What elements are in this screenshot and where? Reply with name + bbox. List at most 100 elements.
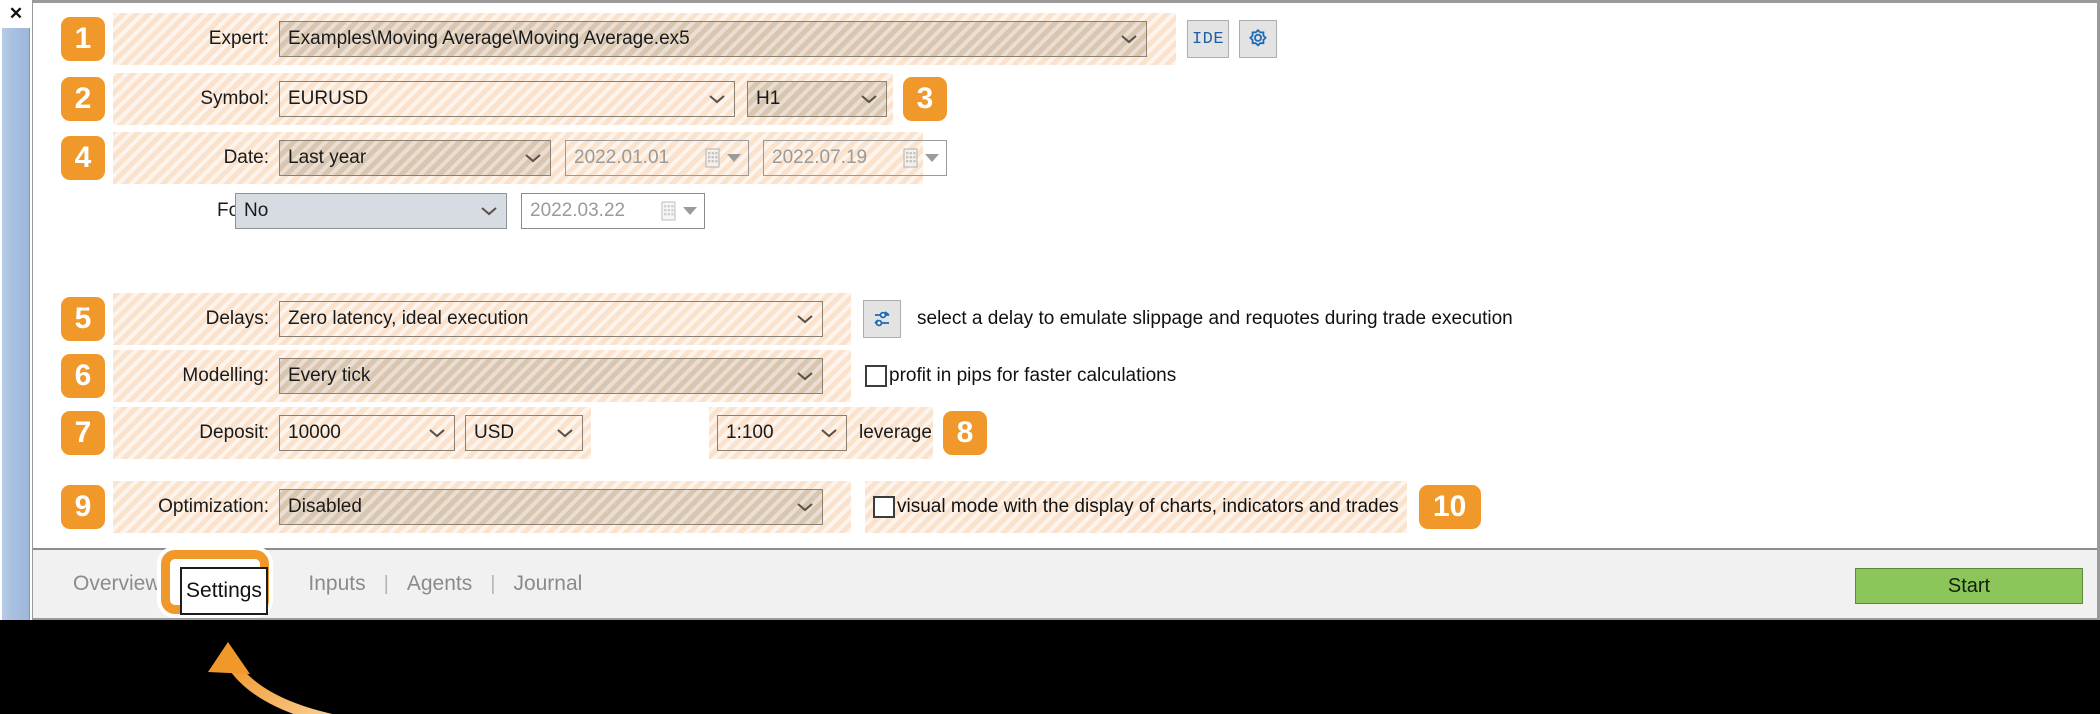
strategy-tester-panel: 1 Expert: Examples\Moving Average\Moving… [32, 0, 2100, 620]
optimization-label: Optimization: [158, 496, 269, 517]
calendar-picker-forward[interactable] [661, 201, 700, 222]
step-badge-8: 8 [943, 411, 987, 455]
ide-button[interactable]: IDE [1187, 20, 1229, 58]
delays-value: Zero latency, ideal execution [288, 308, 529, 329]
step-badge-7: 7 [61, 411, 105, 455]
deposit-amount-value: 10000 [288, 422, 341, 443]
step-badge-5: 5 [61, 297, 105, 341]
settings-tab-highlight-label[interactable]: Settings [180, 567, 268, 615]
forward-select[interactable]: No [235, 193, 507, 229]
expert-row: 1 Expert: Examples\Moving Average\Moving… [61, 13, 1277, 65]
close-icon[interactable]: ✕ [0, 0, 32, 28]
delays-select[interactable]: Zero latency, ideal execution [279, 301, 823, 337]
step-badge-4: 4 [61, 136, 105, 180]
date-to-input[interactable]: 2022.07.19 [763, 140, 947, 176]
leverage-value: 1:100 [726, 422, 774, 443]
symbol-value: EURUSD [288, 88, 369, 109]
calendar-icon [705, 148, 720, 167]
forward-date-value: 2022.03.22 [530, 200, 626, 221]
chevron-down-icon [552, 416, 578, 450]
delays-highlight: Delays: Zero latency, ideal execution [113, 293, 851, 345]
date-highlight: Date: Last year 2022.01.01 2022.07.19 [113, 132, 947, 184]
symbol-row: 2 Symbol: EURUSD H1 3 [61, 73, 947, 125]
date-row: 4 Date: Last year 2022.01.01 2022.07.19 [61, 132, 947, 184]
tab-journal[interactable]: Journal [495, 572, 600, 596]
deposit-currency-select[interactable]: USD [465, 415, 583, 451]
tab-overview[interactable]: Overview [55, 572, 179, 596]
modelling-label: Modelling: [182, 365, 269, 386]
step-badge-1: 1 [61, 17, 105, 61]
chevron-down-icon [856, 82, 882, 116]
modelling-row: 6 Modelling: Every tick profit in pips f… [61, 350, 1176, 402]
expert-highlight: Expert: Examples\Moving Average\Moving A… [113, 13, 1176, 65]
start-button[interactable]: Start [1855, 568, 2083, 604]
settings-form: 1 Expert: Examples\Moving Average\Moving… [33, 3, 2097, 551]
expert-label: Expert: [208, 28, 269, 49]
modelling-value: Every tick [288, 365, 371, 386]
sidebar-inner: Strategy Tester [2, 28, 29, 620]
modelling-select[interactable]: Every tick [279, 358, 823, 394]
optimization-value: Disabled [288, 496, 362, 517]
symbol-select[interactable]: EURUSD [279, 81, 735, 117]
step-badge-10: 10 [1418, 485, 1481, 529]
chevron-down-icon [792, 302, 818, 336]
calendar-dropdown-arrow-icon [683, 207, 697, 215]
visual-mode-label: visual mode with the display of charts, … [897, 496, 1399, 517]
chevron-down-icon [792, 490, 818, 524]
deposit-highlight: Deposit: 10000 USD [113, 407, 591, 459]
symbol-highlight: Symbol: EURUSD H1 [113, 73, 893, 125]
chevron-down-icon [1116, 22, 1142, 56]
chevron-down-icon [424, 416, 450, 450]
profit-in-pips-group[interactable]: profit in pips for faster calculations [865, 365, 1176, 387]
date-from-input[interactable]: 2022.01.01 [565, 140, 749, 176]
optimization-select[interactable]: Disabled [279, 489, 823, 525]
calendar-picker-to[interactable] [903, 148, 942, 169]
calendar-dropdown-arrow-icon [925, 154, 939, 162]
profit-in-pips-checkbox[interactable] [865, 365, 887, 387]
deposit-row: 7 Deposit: 10000 USD 1:100 leverage 8 [61, 407, 987, 459]
date-to-value: 2022.07.19 [772, 147, 868, 168]
visual-mode-checkbox[interactable] [873, 496, 895, 518]
modelling-highlight: Modelling: Every tick [113, 350, 851, 402]
expert-settings-button[interactable] [1239, 20, 1277, 58]
deposit-amount-select[interactable]: 10000 [279, 415, 455, 451]
timeframe-value: H1 [756, 88, 781, 109]
chevron-down-icon [792, 359, 818, 393]
leverage-highlight: 1:100 leverage [709, 407, 933, 459]
tab-inputs[interactable]: Inputs [290, 572, 383, 596]
forward-date-input[interactable]: 2022.03.22 [521, 193, 705, 229]
timeframe-select[interactable]: H1 [747, 81, 887, 117]
left-strip: ✕ Strategy Tester [0, 0, 32, 620]
annotation-arrow-icon [208, 642, 333, 714]
date-from-value: 2022.01.01 [574, 147, 670, 168]
tab-agents[interactable]: Agents [389, 572, 490, 596]
symbol-label: Symbol: [200, 88, 269, 109]
delays-label: Delays: [205, 308, 269, 329]
calendar-picker-from[interactable] [705, 148, 744, 169]
settings-tab-highlight-ring: Settings [161, 550, 269, 615]
profit-in-pips-label: profit in pips for faster calculations [889, 365, 1177, 386]
expert-select[interactable]: Examples\Moving Average\Moving Average.e… [279, 21, 1147, 57]
strategy-tester-sidebar[interactable]: Strategy Tester [2, 28, 30, 620]
step-badge-9: 9 [61, 485, 105, 529]
visual-mode-highlight: visual mode with the display of charts, … [865, 481, 1407, 533]
forward-label: Forward: [69, 200, 292, 222]
step-badge-2: 2 [61, 77, 105, 121]
deposit-currency-value: USD [474, 422, 515, 443]
leverage-select[interactable]: 1:100 [717, 415, 847, 451]
expert-value: Examples\Moving Average\Moving Average.e… [288, 28, 690, 49]
delays-help-text: select a delay to emulate slippage and r… [917, 308, 1513, 329]
optimization-row: 9 Optimization: Disabled visual mode wit… [61, 481, 1481, 533]
deposit-label: Deposit: [199, 422, 269, 443]
forward-value: No [244, 200, 269, 221]
chevron-down-icon [704, 82, 730, 116]
delays-row: 5 Delays: Zero latency, ideal execution [61, 293, 1513, 345]
delay-settings-button[interactable] [863, 300, 901, 338]
date-range-select[interactable]: Last year [279, 140, 551, 176]
optimization-highlight: Optimization: Disabled [113, 481, 851, 533]
calendar-dropdown-arrow-icon [727, 154, 741, 162]
calendar-icon [661, 201, 676, 220]
leverage-label: leverage [859, 422, 932, 443]
chevron-down-icon [520, 141, 546, 175]
chevron-down-icon [476, 194, 502, 228]
